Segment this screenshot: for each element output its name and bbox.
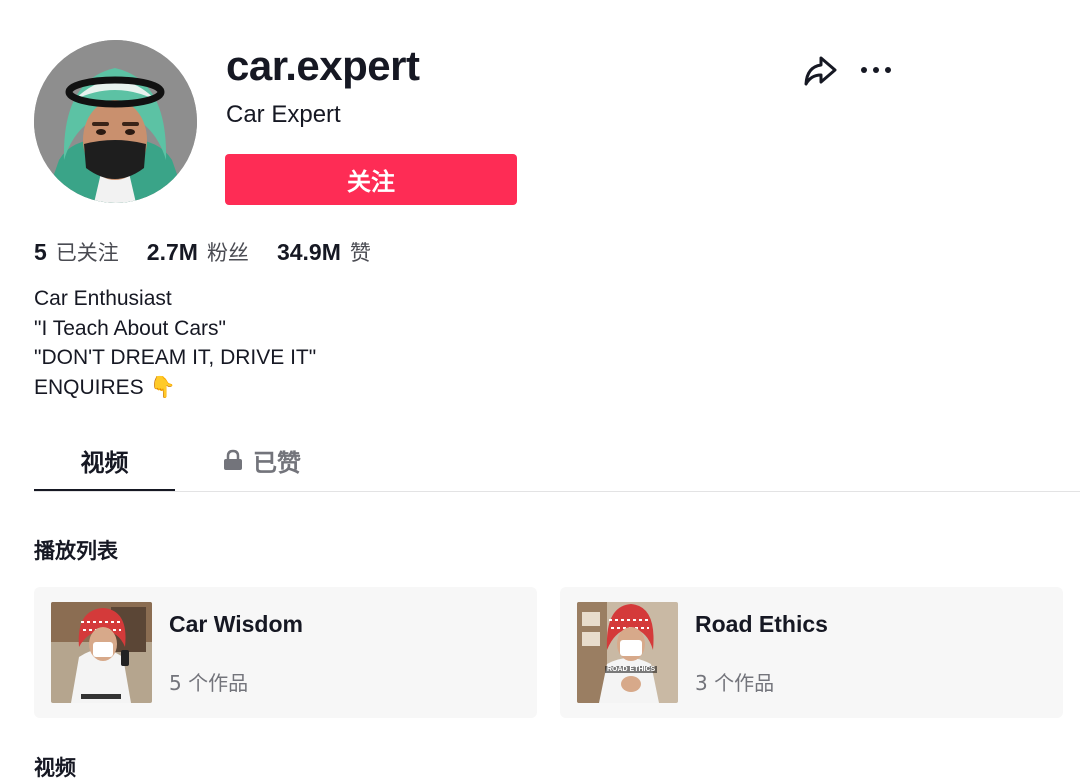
bio-line: Car Enthusiast: [34, 287, 172, 310]
avatar-image: [34, 40, 197, 203]
playlist-title: Car Wisdom: [169, 611, 303, 637]
follow-button[interactable]: 关注: [225, 154, 517, 205]
stat-followers-value: 2.7M: [146, 239, 198, 265]
share-button[interactable]: [801, 54, 839, 88]
stat-following[interactable]: 5 已关注: [34, 236, 119, 269]
stat-likes: 34.9M 赞: [277, 236, 371, 269]
profile-bio: Car Enthusiast "I Teach About Cars" "DON…: [34, 284, 316, 402]
stat-followers[interactable]: 2.7M 粉丝: [147, 236, 249, 269]
playlist-card[interactable]: ROAD ETHICS Road Ethics 3 个作品: [560, 587, 1063, 718]
playlist-card[interactable]: Car Wisdom 5 个作品: [34, 587, 537, 718]
profile-stats: 5 已关注 2.7M 粉丝 34.9M 赞: [34, 236, 399, 269]
bio-line: "DON'T DREAM IT, DRIVE IT": [34, 346, 317, 369]
bio-line: "I Teach About Cars": [34, 316, 226, 340]
profile-nickname: Car Expert: [226, 101, 341, 128]
stat-following-value: 5: [34, 239, 47, 265]
more-button[interactable]: [858, 56, 894, 86]
stat-followers-label: 粉丝: [206, 241, 249, 265]
avatar[interactable]: [34, 40, 197, 203]
stat-following-label: 已关注: [55, 241, 119, 265]
tab-videos-label: 视频: [80, 448, 129, 477]
playlist-count: 3 个作品: [695, 671, 775, 695]
tab-liked[interactable]: 已赞: [220, 430, 304, 490]
lock-icon: [223, 449, 243, 471]
tab-liked-label: 已赞: [253, 448, 301, 477]
playlist-count: 5 个作品: [169, 671, 249, 695]
playlist-title: Road Ethics: [695, 611, 828, 637]
profile-username: car.expert: [226, 42, 420, 89]
tab-videos[interactable]: 视频: [34, 430, 175, 491]
playlist-thumbnail: [51, 602, 152, 703]
more-dots-icon: [861, 67, 891, 73]
playlist-thumbnail: ROAD ETHICS: [577, 602, 678, 703]
bio-line-text: ENQUIRES: [34, 375, 144, 399]
videos-heading: 视频: [34, 756, 76, 780]
playlists-heading: 播放列表: [34, 539, 118, 563]
thumbnail-caption: ROAD ETHICS: [605, 666, 658, 673]
profile-tabs: 视频 已赞: [34, 430, 1080, 492]
pointing-down-emoji-icon: 👇: [149, 375, 176, 399]
share-arrow-icon: [804, 56, 837, 86]
stat-likes-value: 34.9M: [276, 239, 341, 265]
bio-line: ENQUIRES 👇: [34, 373, 316, 403]
stat-likes-label: 赞: [349, 241, 371, 265]
